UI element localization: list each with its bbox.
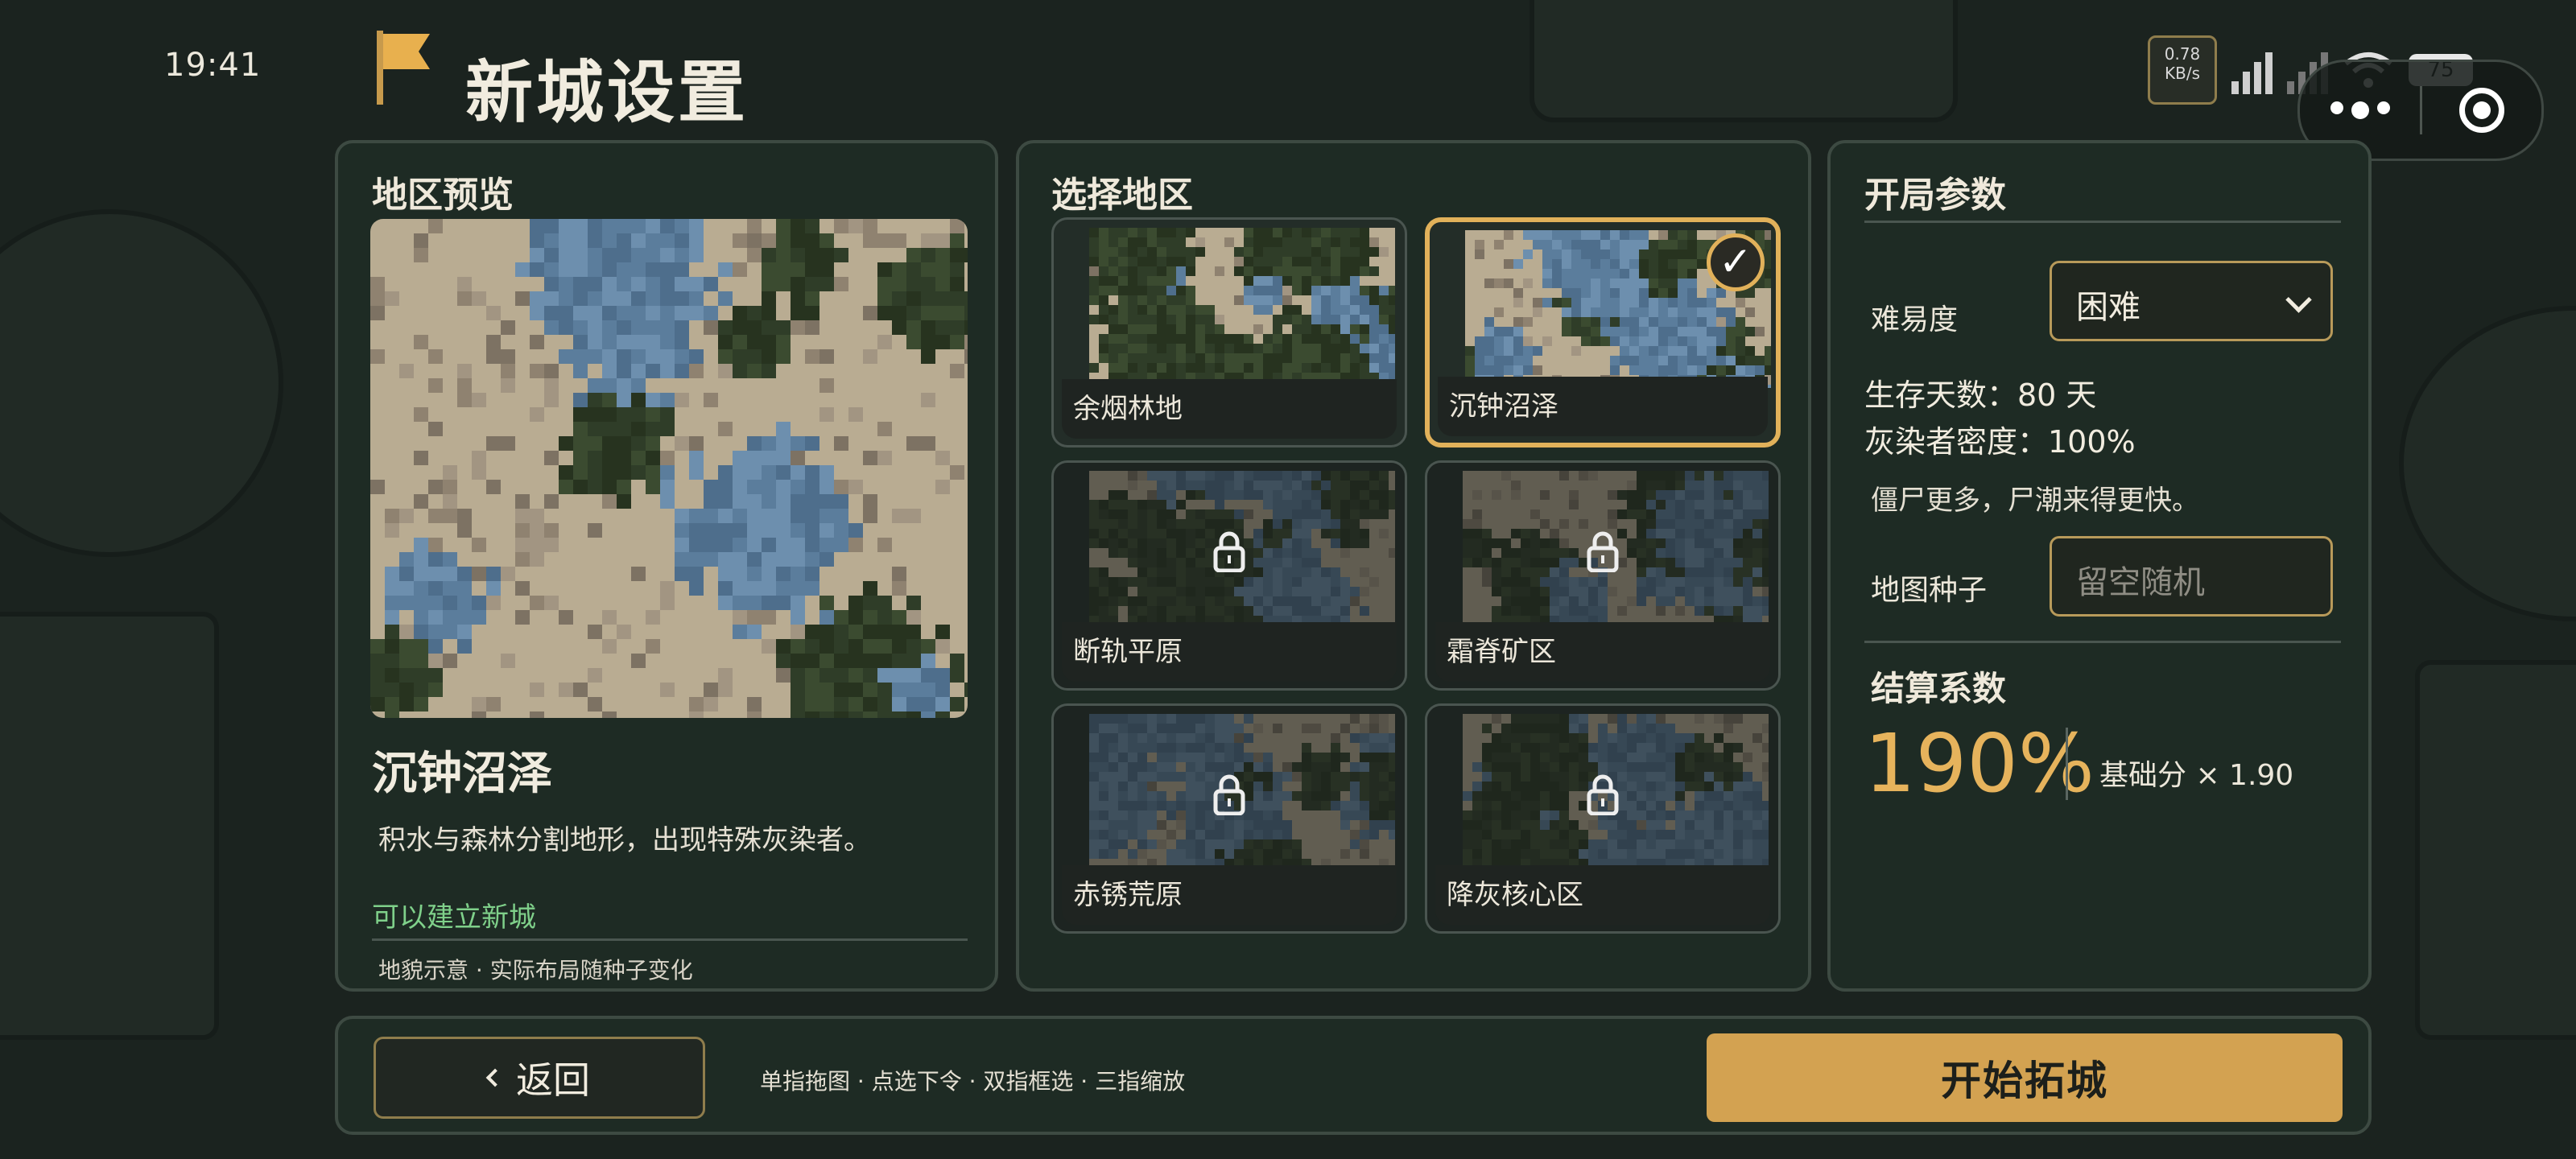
- infected-density: 灰染者密度：100%: [1864, 424, 2136, 460]
- region-tile-yuyan[interactable]: 余烟林地: [1051, 217, 1407, 448]
- settlement-title: 结算系数: [1871, 669, 2007, 708]
- more-options-icon[interactable]: [2300, 101, 2420, 119]
- divider: [372, 938, 968, 941]
- divider: [1864, 221, 2341, 223]
- flag-icon: [377, 31, 430, 105]
- region-tile-chenzhong[interactable]: 沉钟沼泽 ✓: [1425, 217, 1781, 448]
- page-title: 新城设置: [465, 53, 749, 132]
- region-tile-label: 断轨平原: [1073, 636, 1183, 668]
- chevron-down-icon: [2285, 287, 2312, 313]
- back-button[interactable]: 返回: [374, 1037, 705, 1119]
- region-tile-label: 余烟林地: [1073, 393, 1183, 425]
- seed-label: 地图种子: [1871, 574, 1988, 607]
- preview-panel-title: 地区预览: [372, 175, 514, 216]
- chevron-left-icon: [485, 1068, 505, 1087]
- difficulty-value: 困难: [2076, 289, 2140, 326]
- region-tile-jianghui[interactable]: 降灰核心区: [1425, 703, 1781, 934]
- region-tile-duangui[interactable]: 断轨平原: [1051, 460, 1407, 691]
- region-tile-chixiu[interactable]: 赤锈荒原: [1051, 703, 1407, 934]
- settlement-note: 基础分 × 1.90: [2099, 759, 2294, 792]
- start-params-panel: 开局参数 难易度 困难 生存天数：80 天 灰染者密度：100% 僵尸更多，尸潮…: [1827, 140, 2372, 992]
- start-city-button[interactable]: 开始拓城: [1707, 1033, 2343, 1122]
- back-button-label: 返回: [516, 1058, 590, 1102]
- region-select-title: 选择地区: [1051, 175, 1193, 216]
- difficulty-label: 难易度: [1871, 303, 1959, 336]
- lock-icon: [1587, 531, 1619, 572]
- difficulty-select[interactable]: 困难: [2050, 261, 2333, 341]
- close-mini-program-icon[interactable]: [2422, 88, 2541, 133]
- selected-region-name: 沉钟沼泽: [372, 748, 552, 800]
- region-thumbnail: [1089, 228, 1395, 386]
- region-tile-label: 沉钟沼泽: [1449, 390, 1558, 423]
- divider: [1864, 641, 2341, 643]
- bottom-action-bar: 返回 单指拖图 · 点选下令 · 双指框选 · 三指缩放 开始拓城: [335, 1016, 2372, 1135]
- region-preview-panel: 地区预览 沉钟沼泽 积水与森林分割地形，出现特殊灰染者。 可以建立新城 地貌示意…: [335, 140, 998, 992]
- signal-icon: [2231, 46, 2273, 94]
- divider: [2066, 728, 2068, 800]
- lock-icon: [1213, 531, 1245, 572]
- region-tile-label: 霜脊矿区: [1447, 636, 1556, 668]
- settlement-value: 190%: [1864, 716, 2095, 810]
- selected-check-icon: ✓: [1707, 233, 1765, 291]
- controls-hint: 单指拖图 · 点选下令 · 双指框选 · 三指缩放: [760, 1068, 1186, 1095]
- seed-input[interactable]: 留空随机: [2050, 536, 2333, 617]
- survival-days: 生存天数：80 天: [1864, 377, 2097, 413]
- preview-footnote: 地貌示意 · 实际布局随种子变化: [378, 957, 693, 984]
- region-tile-label: 降灰核心区: [1447, 879, 1583, 911]
- region-preview-map: [370, 219, 968, 718]
- lock-icon: [1587, 774, 1619, 815]
- build-status: 可以建立新城: [372, 901, 536, 934]
- status-time: 19:41: [164, 47, 262, 84]
- region-select-panel: 选择地区 余烟林地 沉钟沼泽 ✓ 断轨平原 霜脊矿区 赤锈荒原 降灰核心区: [1016, 140, 1811, 992]
- difficulty-hint: 僵尸更多，尸潮来得更快。: [1871, 485, 2199, 517]
- lock-icon: [1213, 774, 1245, 815]
- network-speed: 0.78 KB/s: [2148, 35, 2217, 105]
- region-tile-shuangji[interactable]: 霜脊矿区: [1425, 460, 1781, 691]
- params-title: 开局参数: [1864, 175, 2006, 216]
- region-description: 积水与森林分割地形，出现特殊灰染者。: [378, 824, 871, 856]
- region-tile-label: 赤锈荒原: [1073, 879, 1183, 911]
